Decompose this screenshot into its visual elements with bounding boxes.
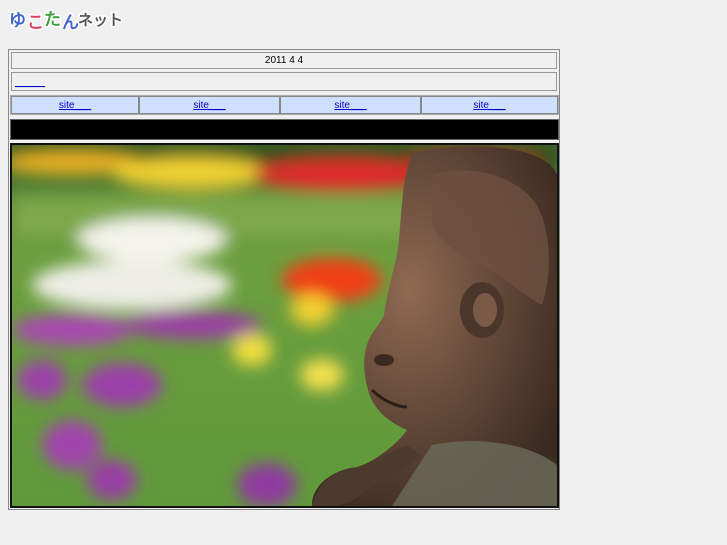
main-frame: 2011 4 4 ______ site___ site___ site___ … xyxy=(8,49,560,510)
top-link[interactable]: ______ xyxy=(15,77,45,87)
nav-item-4[interactable]: site___ xyxy=(421,96,558,114)
banner-bar xyxy=(10,119,559,140)
nav-item-2[interactable]: site___ xyxy=(139,96,280,114)
statue-tulips-photo xyxy=(10,143,559,508)
svg-text:ゆ: ゆ xyxy=(9,11,26,31)
nav-link-2[interactable]: site___ xyxy=(193,100,225,111)
nav-bar: site___ site___ site___ site___ xyxy=(10,95,559,115)
nav-link-3[interactable]: site___ xyxy=(334,100,366,111)
nav-link-1[interactable]: site___ xyxy=(59,100,91,111)
svg-text:こ: こ xyxy=(27,13,44,33)
svg-text:ん: ん xyxy=(62,13,79,33)
nav-item-3[interactable]: site___ xyxy=(280,96,421,114)
svg-text:た: た xyxy=(44,10,61,30)
svg-text:ネット: ネット xyxy=(78,11,123,29)
nav-link-4[interactable]: site___ xyxy=(473,100,505,111)
site-logo[interactable]: ゆ こ た ん ネット xyxy=(8,6,134,35)
nav-item-1[interactable]: site___ xyxy=(11,96,139,114)
top-link-row: ______ xyxy=(11,72,557,91)
date-row: 2011 4 4 xyxy=(11,52,557,69)
